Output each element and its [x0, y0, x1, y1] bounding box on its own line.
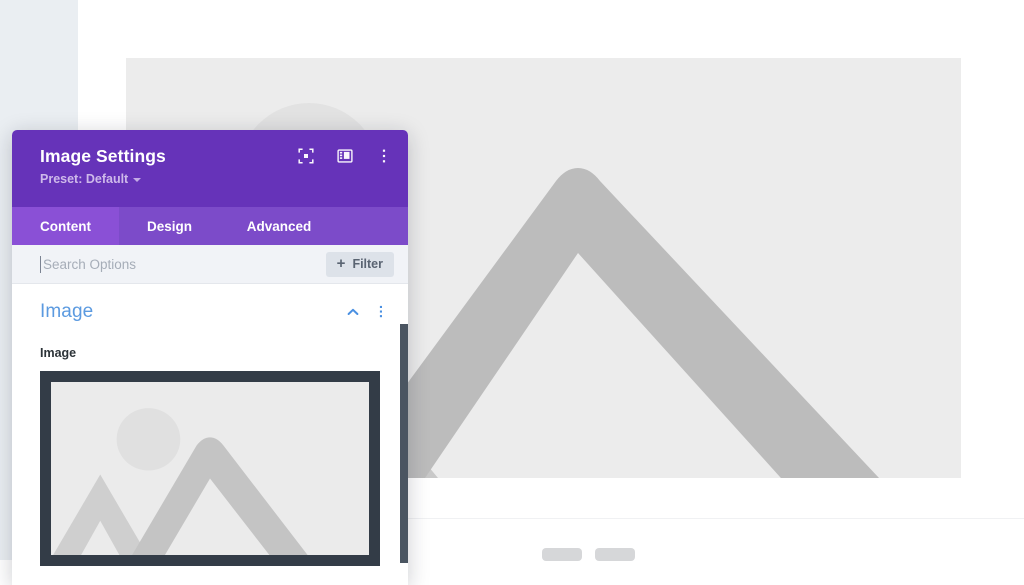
section-more-vertical-icon[interactable]: [374, 305, 388, 319]
field-label-image: Image: [40, 346, 77, 360]
layout-icon[interactable]: [337, 148, 353, 164]
add-filter-button[interactable]: + Filter: [325, 251, 394, 277]
image-upload-preview[interactable]: [40, 371, 380, 566]
tab-advanced[interactable]: Advanced: [220, 207, 338, 245]
text-caret: [40, 256, 41, 273]
filter-button-label: Filter: [352, 257, 383, 271]
section-header-image: Image: [12, 284, 408, 323]
modal-tabs: Content Design Advanced: [12, 207, 408, 245]
chevron-up-icon[interactable]: [346, 305, 360, 319]
image-settings-modal: Image Settings Preset: Default Content D…: [12, 130, 408, 585]
modal-body: Image Image: [12, 284, 408, 585]
preset-selector[interactable]: Preset: Default: [40, 172, 142, 186]
chevron-down-icon: [133, 178, 142, 182]
modal-header: Image Settings Preset: Default: [12, 130, 408, 207]
modal-scrollbar[interactable]: [400, 324, 408, 563]
tab-design[interactable]: Design: [119, 207, 220, 245]
focus-icon[interactable]: [298, 148, 314, 164]
more-vertical-icon[interactable]: [376, 148, 392, 164]
image-placeholder-icon: [53, 408, 308, 555]
search-field-wrapper[interactable]: [40, 245, 326, 283]
preset-label: Preset: Default: [40, 172, 129, 186]
search-row: + Filter: [12, 245, 408, 284]
search-input[interactable]: [40, 256, 326, 272]
ghost-button-secondary[interactable]: [595, 548, 635, 561]
section-title[interactable]: Image: [40, 301, 93, 323]
modal-header-actions: [298, 148, 392, 164]
ghost-button-primary[interactable]: [542, 548, 582, 561]
tab-content[interactable]: Content: [12, 207, 119, 245]
plus-icon: +: [336, 255, 346, 272]
section-tools: [346, 305, 388, 319]
